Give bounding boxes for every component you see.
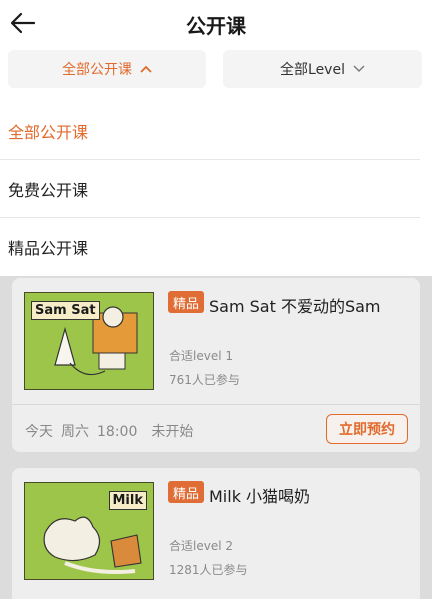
reserve-button[interactable]: 立即预约 [326, 414, 408, 444]
course-title: Sam Sat 不爱动的Sam [209, 297, 381, 316]
thumbnail-title: Milk [108, 491, 147, 510]
card-divider [12, 404, 420, 405]
course-list-overlay[interactable]: Sam Sat 精品 Sam Sat 不爱动的Sam 合适level 1 761… [0, 276, 432, 599]
premium-tag: 精品 [168, 291, 205, 313]
course-card[interactable]: Milk 精品 Milk 小猫喝奶 合适level 2 1281人已参与 [12, 468, 420, 599]
course-participants: 761人已参与 [169, 373, 240, 387]
course-thumbnail: Milk [24, 482, 154, 580]
schedule-weekday: 周六 [61, 424, 89, 440]
schedule-day: 今天 [25, 424, 53, 440]
chevron-down-icon [353, 65, 365, 73]
filter-all-courses-button[interactable]: 全部公开课 [8, 50, 206, 88]
dropdown-item-premium[interactable]: 精品公开课 [0, 218, 420, 276]
course-level: 合适level 2 [169, 539, 233, 553]
course-participants: 1281人已参与 [169, 563, 248, 577]
thumbnail-title: Sam Sat [31, 301, 100, 320]
filter-bar: 全部公开课 全部Level [8, 50, 422, 88]
course-thumbnail: Sam Sat [24, 292, 154, 390]
filter-level-button[interactable]: 全部Level [223, 50, 422, 88]
dropdown-item-all[interactable]: 全部公开课 [0, 102, 420, 160]
top-bar: 公开课 [0, 0, 432, 46]
course-type-dropdown: 全部公开课 免费公开课 精品公开课 [0, 102, 432, 276]
course-title: Milk 小猫喝奶 [209, 487, 311, 506]
filter-all-label: 全部公开课 [62, 62, 132, 78]
filter-level-label: 全部Level [280, 62, 345, 78]
course-schedule: 今天 周六 18:00 未开始 [25, 421, 201, 441]
course-level: 合适level 1 [169, 349, 233, 363]
dropdown-item-free[interactable]: 免费公开课 [0, 160, 420, 218]
schedule-time: 18:00 [97, 424, 138, 440]
premium-tag: 精品 [168, 481, 205, 503]
course-status: 未开始 [151, 424, 194, 440]
chevron-up-icon [140, 65, 152, 73]
course-card[interactable]: Sam Sat 精品 Sam Sat 不爱动的Sam 合适level 1 761… [12, 278, 420, 452]
page-title: 公开课 [186, 14, 246, 38]
